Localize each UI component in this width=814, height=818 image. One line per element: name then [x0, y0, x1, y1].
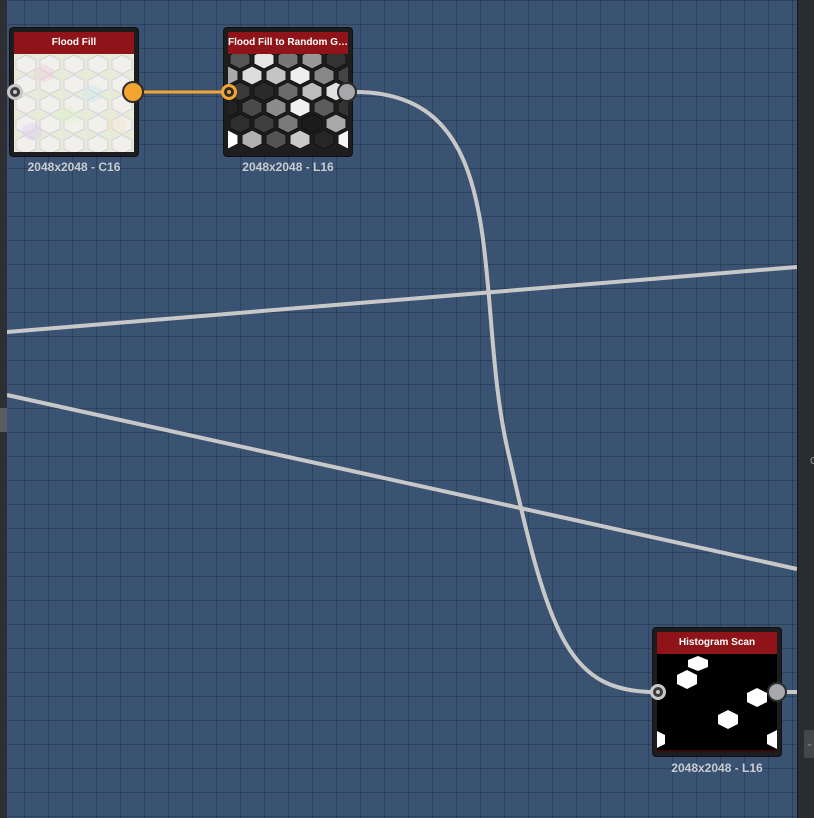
left-panel-edge: [0, 0, 7, 818]
node-resolution-label: 2048x2048 - L16: [242, 160, 334, 174]
node-title: Histogram Scan: [657, 632, 777, 655]
node-thumbnail: [657, 654, 777, 752]
node-flood-fill[interactable]: Flood Fill: [10, 28, 138, 156]
wire-crossing-upper[interactable]: [6, 265, 798, 334]
histogram-scan-input-port[interactable]: [650, 684, 666, 700]
node-thumbnail: [14, 54, 134, 152]
flood-fill-input-port[interactable]: [7, 84, 23, 100]
right-side-panel-edge: C ⌄: [797, 0, 814, 818]
random-grayscale-output-port[interactable]: [337, 82, 357, 102]
node-thumbnail: [228, 54, 348, 152]
wire-random-grayscale-to-histogram[interactable]: [354, 90, 657, 694]
node-title: Flood Fill: [14, 32, 134, 55]
panel-collapse-button[interactable]: ⌄: [804, 730, 814, 758]
left-panel-resize-handle[interactable]: [0, 408, 7, 432]
histogram-scan-output-port[interactable]: [767, 682, 787, 702]
panel-edge-mark: C: [810, 456, 814, 467]
random-grayscale-input-port[interactable]: [221, 84, 237, 100]
node-histogram-scan[interactable]: Histogram Scan: [653, 628, 781, 756]
node-resolution-label: 2048x2048 - C16: [27, 160, 121, 174]
node-resolution-label: 2048x2048 - L16: [671, 761, 763, 775]
node-title: Flood Fill to Random Gr...: [228, 32, 348, 55]
flood-fill-output-port[interactable]: [122, 81, 144, 103]
node-flood-fill-to-random-grayscale[interactable]: Flood Fill to Random Gr...: [224, 28, 352, 156]
wire-crossing-lower[interactable]: [6, 393, 798, 571]
